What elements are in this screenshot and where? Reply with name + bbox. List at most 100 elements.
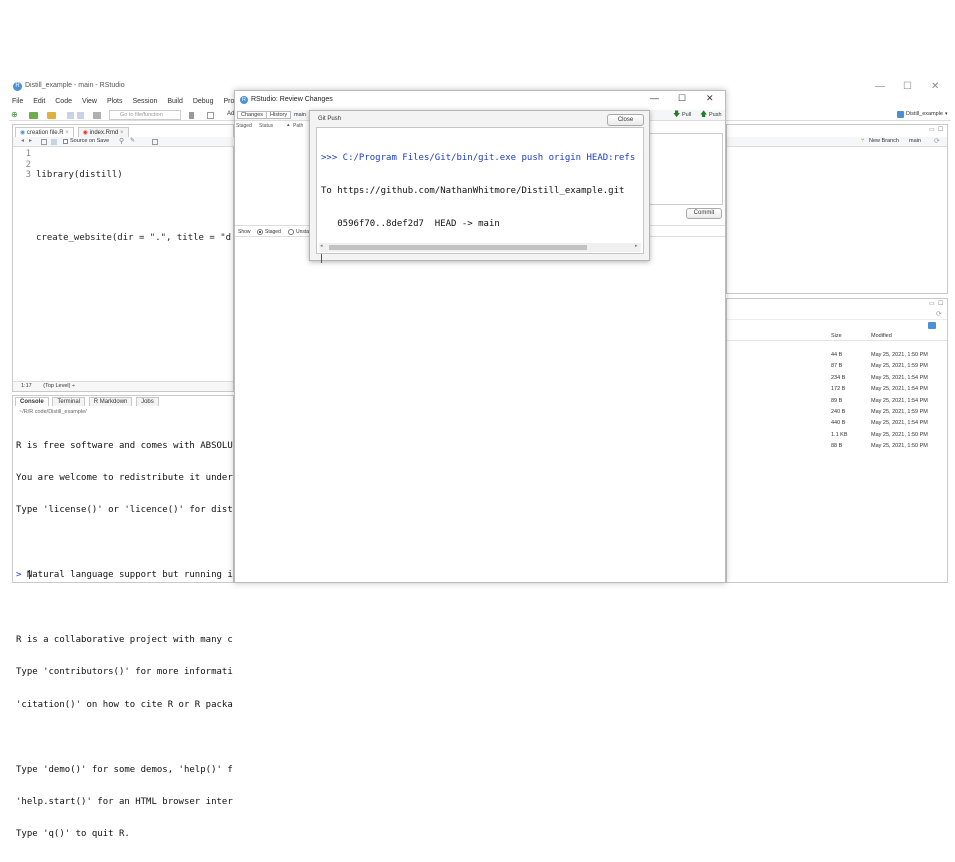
push-button[interactable]: Push	[709, 112, 722, 118]
file-row[interactable]: 240 B May 25, 2021, 1:59 PM	[727, 409, 947, 420]
project-folder-icon[interactable]	[928, 322, 936, 329]
staged-radio[interactable]	[257, 229, 263, 235]
refresh-files-icon[interactable]: ⟳	[936, 310, 942, 318]
minimize-pane-icon[interactable]: ▭	[929, 300, 935, 307]
console-prompt[interactable]: >	[16, 570, 30, 580]
close-tab-icon[interactable]: ×	[120, 130, 124, 136]
compile-report-icon[interactable]	[152, 139, 158, 145]
console-path: ~/R/R code/Distill_example/	[19, 409, 87, 415]
tab-terminal[interactable]: Terminal	[52, 397, 86, 406]
save-editor-icon[interactable]	[51, 139, 57, 145]
goto-file-input[interactable]: Go to file/function	[109, 110, 181, 120]
branch-selector[interactable]: main	[294, 112, 306, 118]
tab-creation-file[interactable]: ◉ creation file.R ×	[15, 127, 74, 137]
tab-jobs[interactable]: Jobs	[136, 397, 159, 406]
code-tools-icon[interactable]	[189, 112, 194, 119]
file-row[interactable]: 44 B May 25, 2021, 1:50 PM	[727, 352, 947, 363]
project-chevron-down-icon: ▾	[945, 111, 948, 117]
file-row[interactable]: 1.1 KB May 25, 2021, 1:50 PM	[727, 432, 947, 443]
file-row[interactable]: 172 B May 25, 2021, 1:54 PM	[727, 386, 947, 397]
wand-icon[interactable]: ✎	[130, 137, 135, 144]
print-icon[interactable]	[93, 112, 101, 119]
maximize-button[interactable]: ☐	[903, 81, 912, 92]
menu-plots[interactable]: Plots	[107, 98, 123, 105]
menu-debug[interactable]: Debug	[193, 98, 214, 105]
minimize-button[interactable]: —	[875, 81, 885, 92]
staged-column-header[interactable]: Staged	[236, 123, 252, 129]
rmd-file-icon: ◉	[82, 130, 88, 136]
file-row[interactable]: 89 B May 25, 2021, 1:54 PM	[727, 398, 947, 409]
minimize-pane-icon[interactable]: ▭	[929, 126, 935, 133]
files-pane: ▭ ☐ ⟳ Size Modified 44 B May 25, 2021, 1…	[726, 298, 948, 583]
scroll-right-arrow-icon[interactable]: ▸	[635, 243, 638, 249]
tab-r-markdown[interactable]: R Markdown	[88, 397, 133, 406]
file-modified: May 25, 2021, 1:54 PM	[871, 386, 928, 393]
back-arrow-icon[interactable]: ◂	[21, 137, 24, 144]
save-icon[interactable]	[67, 112, 74, 119]
tab-index-rmd[interactable]: ◉ index.Rmd ×	[77, 127, 129, 137]
review-minimize-button[interactable]: —	[650, 93, 659, 103]
tab-history[interactable]: History	[266, 111, 292, 119]
horizontal-scrollbar[interactable]: ◂ ▸	[319, 243, 641, 252]
save-all-icon[interactable]	[77, 112, 84, 119]
commit-message-box[interactable]	[643, 133, 723, 205]
file-modified: May 25, 2021, 1:59 PM	[871, 408, 928, 415]
file-row[interactable]: 87 B May 25, 2021, 1:59 PM	[727, 363, 947, 374]
close-button[interactable]: Close	[607, 114, 644, 126]
show-in-window-icon[interactable]	[41, 139, 47, 145]
menu-build[interactable]: Build	[167, 98, 183, 105]
new-project-icon[interactable]	[29, 112, 38, 119]
file-modified: May 25, 2021, 1:50 PM	[871, 431, 928, 438]
grid-icon[interactable]	[207, 112, 214, 119]
source-on-save-label: Source on Save	[70, 138, 110, 144]
push-arrow-icon: 🡅	[700, 111, 708, 118]
path-column-header[interactable]: Path	[293, 123, 303, 129]
scroll-left-arrow-icon[interactable]: ◂	[320, 243, 323, 249]
close-button[interactable]: ✕	[931, 81, 939, 92]
unstaged-radio[interactable]	[288, 229, 294, 235]
files-list: 44 B May 25, 2021, 1:50 PM 87 B May 25, …	[727, 352, 947, 455]
menu-session[interactable]: Session	[132, 98, 157, 105]
new-file-icon[interactable]: ⊕	[11, 111, 18, 119]
unstaged-radio-label: Unsta	[296, 229, 310, 235]
tab-changes[interactable]: Changes	[237, 111, 268, 119]
scope-selector[interactable]: (Top Level) ÷	[43, 383, 75, 389]
source-on-save-checkbox[interactable]	[63, 139, 68, 144]
review-maximize-button[interactable]: ☐	[678, 93, 686, 104]
file-row[interactable]: 234 B May 25, 2021, 1:54 PM	[727, 375, 947, 386]
project-menu[interactable]: Distill_example	[906, 111, 943, 117]
file-modified: May 25, 2021, 1:50 PM	[871, 352, 928, 358]
size-column-header[interactable]: Size	[831, 333, 842, 339]
scrollbar-thumb[interactable]	[329, 245, 587, 250]
menu-code[interactable]: Code	[55, 98, 72, 105]
rstudio-logo-icon: R	[240, 96, 248, 104]
menu-file[interactable]: File	[12, 98, 23, 105]
menu-bar: File Edit Code View Plots Session Build …	[12, 98, 251, 105]
maximize-pane-icon[interactable]: ☐	[938, 300, 943, 307]
console-line: Type 'contributors()' for more informati	[16, 667, 233, 678]
code-area[interactable]: library(distill) create_website(dir = ".…	[36, 149, 234, 265]
file-modified: May 25, 2021, 1:50 PM	[871, 443, 928, 450]
tab-console[interactable]: Console	[15, 397, 49, 406]
push-output-line: To https://github.com/NathanWhitmore/Dis…	[321, 186, 625, 196]
search-icon[interactable]: ⚲	[119, 137, 124, 145]
maximize-pane-icon[interactable]: ☐	[938, 126, 943, 133]
open-file-icon[interactable]	[47, 112, 56, 119]
pull-button[interactable]: Pull	[682, 112, 691, 118]
file-modified: May 25, 2021, 1:54 PM	[871, 397, 928, 404]
new-branch-button[interactable]: New Branch	[869, 138, 899, 144]
review-close-button[interactable]: ✕	[706, 93, 714, 104]
new-branch-icon: ⑂	[861, 138, 865, 144]
file-row[interactable]: 88 B May 25, 2021, 1:50 PM	[727, 443, 947, 454]
close-tab-icon[interactable]: ×	[65, 130, 69, 136]
menu-view[interactable]: View	[82, 98, 97, 105]
commit-button[interactable]: Commit	[686, 208, 722, 219]
branch-selector[interactable]: main	[909, 138, 921, 144]
changes-list-header: Staged Status ▴ Path	[235, 122, 315, 131]
menu-edit[interactable]: Edit	[33, 98, 45, 105]
refresh-icon[interactable]: ⟳	[934, 137, 940, 145]
forward-arrow-icon[interactable]: ▸	[29, 137, 32, 144]
modified-column-header[interactable]: Modified	[871, 333, 892, 339]
file-row[interactable]: 440 B May 25, 2021, 1:54 PM	[727, 420, 947, 431]
status-column-header[interactable]: Status	[259, 123, 273, 129]
